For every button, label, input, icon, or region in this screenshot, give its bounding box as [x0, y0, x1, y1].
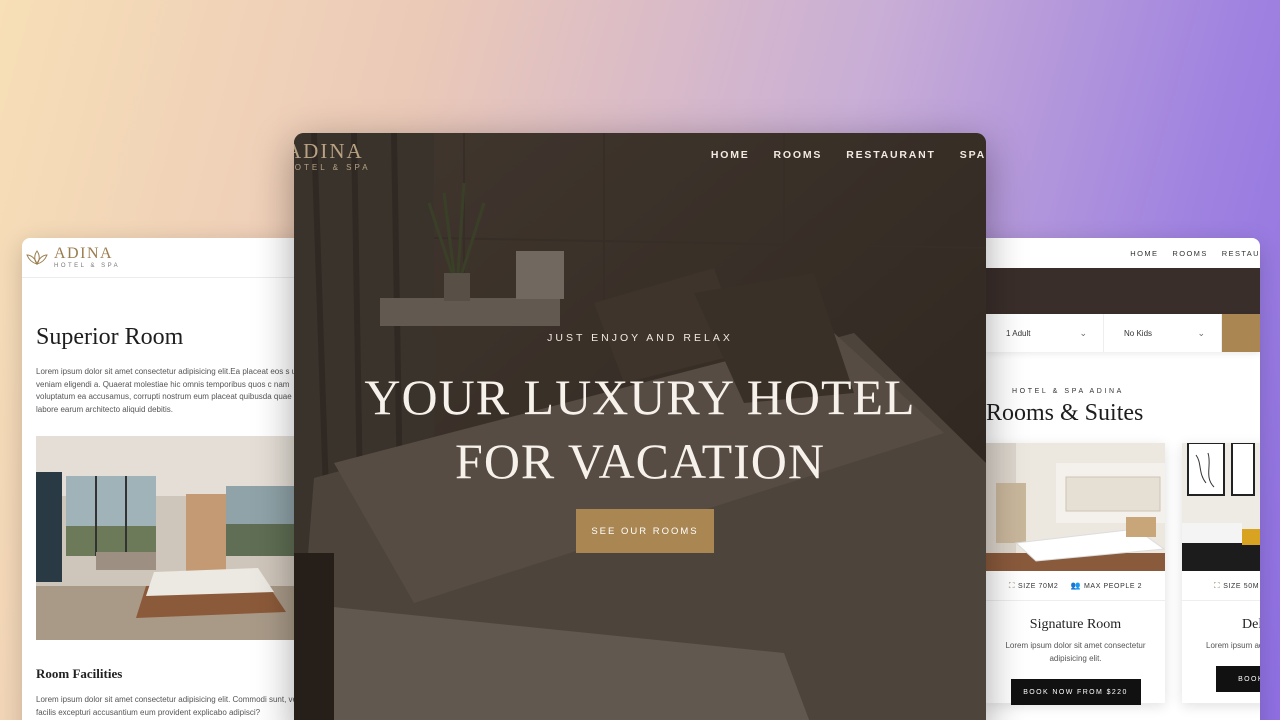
nav-item-rooms[interactable]: ROOMS [1172, 249, 1207, 258]
room-meta: ⛶ SIZE 70M2 👥 MAX PEOPLE 2 [986, 571, 1165, 601]
bedroom-photo [36, 436, 306, 640]
room-name: Del [1242, 617, 1260, 632]
logo-subtitle: HOTEL & SPA [294, 163, 371, 172]
people-icon: 👥 [1070, 581, 1081, 590]
room-desc: Lorem ipsum adi [1206, 641, 1260, 650]
room-photo [1182, 443, 1260, 571]
expand-icon: ⛶ [1214, 580, 1221, 590]
left-header: ADINA HOTEL & SPA [22, 238, 322, 278]
hero-headline: YOUR LUXURY HOTEL FOR VACATION [294, 365, 986, 493]
nav-item-spa[interactable]: SPA [960, 149, 986, 161]
hero-logo[interactable]: ADINA HOTEL & SPA [294, 141, 371, 172]
room-title: Superior Room [36, 324, 184, 350]
facilities-heading: Room Facilities [36, 666, 123, 681]
room-meta: ⛶ SIZE 50M [1182, 571, 1260, 601]
room-card: ⛶ SIZE 70M2 👥 MAX PEOPLE 2 Signature Room … [986, 443, 1165, 705]
left-logo[interactable]: ADINA HOTEL & SPA [24, 246, 120, 269]
nav-item-restaurant[interactable]: RESTAURANT [846, 149, 936, 161]
logo-name: ADINA [294, 139, 364, 163]
kids-value: No Kids [1124, 328, 1153, 338]
book-now-button[interactable]: BOOK NOW FROM $220 [1010, 679, 1141, 705]
adults-value: 1 Adult [1006, 328, 1031, 338]
headline-line-2: FOR VACATION [455, 433, 825, 489]
room-description: Lorem ipsum dolor sit amet consectetur a… [36, 367, 310, 414]
room-size: ⛶ SIZE 70M2 [1008, 580, 1059, 590]
room-name: Signature Room [1029, 617, 1122, 632]
adults-select[interactable]: 1 Adult ⌄ [986, 314, 1104, 352]
logo-subtitle: HOTEL & SPA [54, 263, 121, 269]
hero-tagline: JUST ENJOY AND RELAX [547, 332, 733, 344]
logo-name: ADINA [54, 245, 114, 262]
headline-line-1: YOUR LUXURY HOTEL [364, 369, 916, 425]
rooms-page-preview: HOME ROOMS RESTAU 1 Adult ⌄ No Kids ⌄ HO… [964, 238, 1260, 720]
section-title: Rooms & Suites [986, 400, 1144, 426]
right-nav: HOME ROOMS RESTAU [964, 238, 1260, 268]
room-photo [986, 443, 1165, 571]
booking-bar: 1 Adult ⌄ No Kids ⌄ [986, 314, 1260, 352]
room-capacity: 👥 MAX PEOPLE 2 [1070, 581, 1143, 590]
nav-item-home[interactable]: HOME [711, 149, 750, 161]
facilities-description: Lorem ipsum dolor sit amet consectetur a… [36, 695, 299, 717]
see-our-rooms-button[interactable]: SEE OUR ROOMS [576, 509, 714, 553]
nav-item-rooms[interactable]: ROOMS [774, 149, 823, 161]
header-image-band [964, 268, 1260, 316]
nav-item-home[interactable]: HOME [1130, 249, 1158, 258]
chevron-down-icon: ⌄ [1079, 327, 1087, 338]
section-subtitle: HOTEL & SPA ADINA [1012, 388, 1124, 395]
superior-room-page-preview: ADINA HOTEL & SPA Superior Room Lorem ip… [22, 238, 322, 720]
book-now-button[interactable]: BOOK [1216, 666, 1260, 692]
nav-item-restaurant[interactable]: RESTAU [1222, 249, 1260, 258]
lotus-icon [26, 249, 48, 265]
homepage-hero-preview: ADINA HOTEL & SPA HOME ROOMS RESTAURANT … [294, 133, 986, 720]
room-desc: Lorem ipsum dolor sit amet consectetur a… [1005, 641, 1146, 663]
kids-select[interactable]: No Kids ⌄ [1104, 314, 1222, 352]
room-card: ⛶SIZE 50M Del Lorem ipsum adi BOOK [1182, 443, 1260, 703]
expand-icon: ⛶ [1008, 580, 1016, 590]
chevron-down-icon: ⌄ [1197, 327, 1205, 338]
room-size: ⛶ SIZE 50M [1214, 580, 1260, 590]
hero-nav: HOME ROOMS RESTAURANT SPA [711, 149, 986, 161]
check-availability-button[interactable] [1222, 314, 1260, 352]
